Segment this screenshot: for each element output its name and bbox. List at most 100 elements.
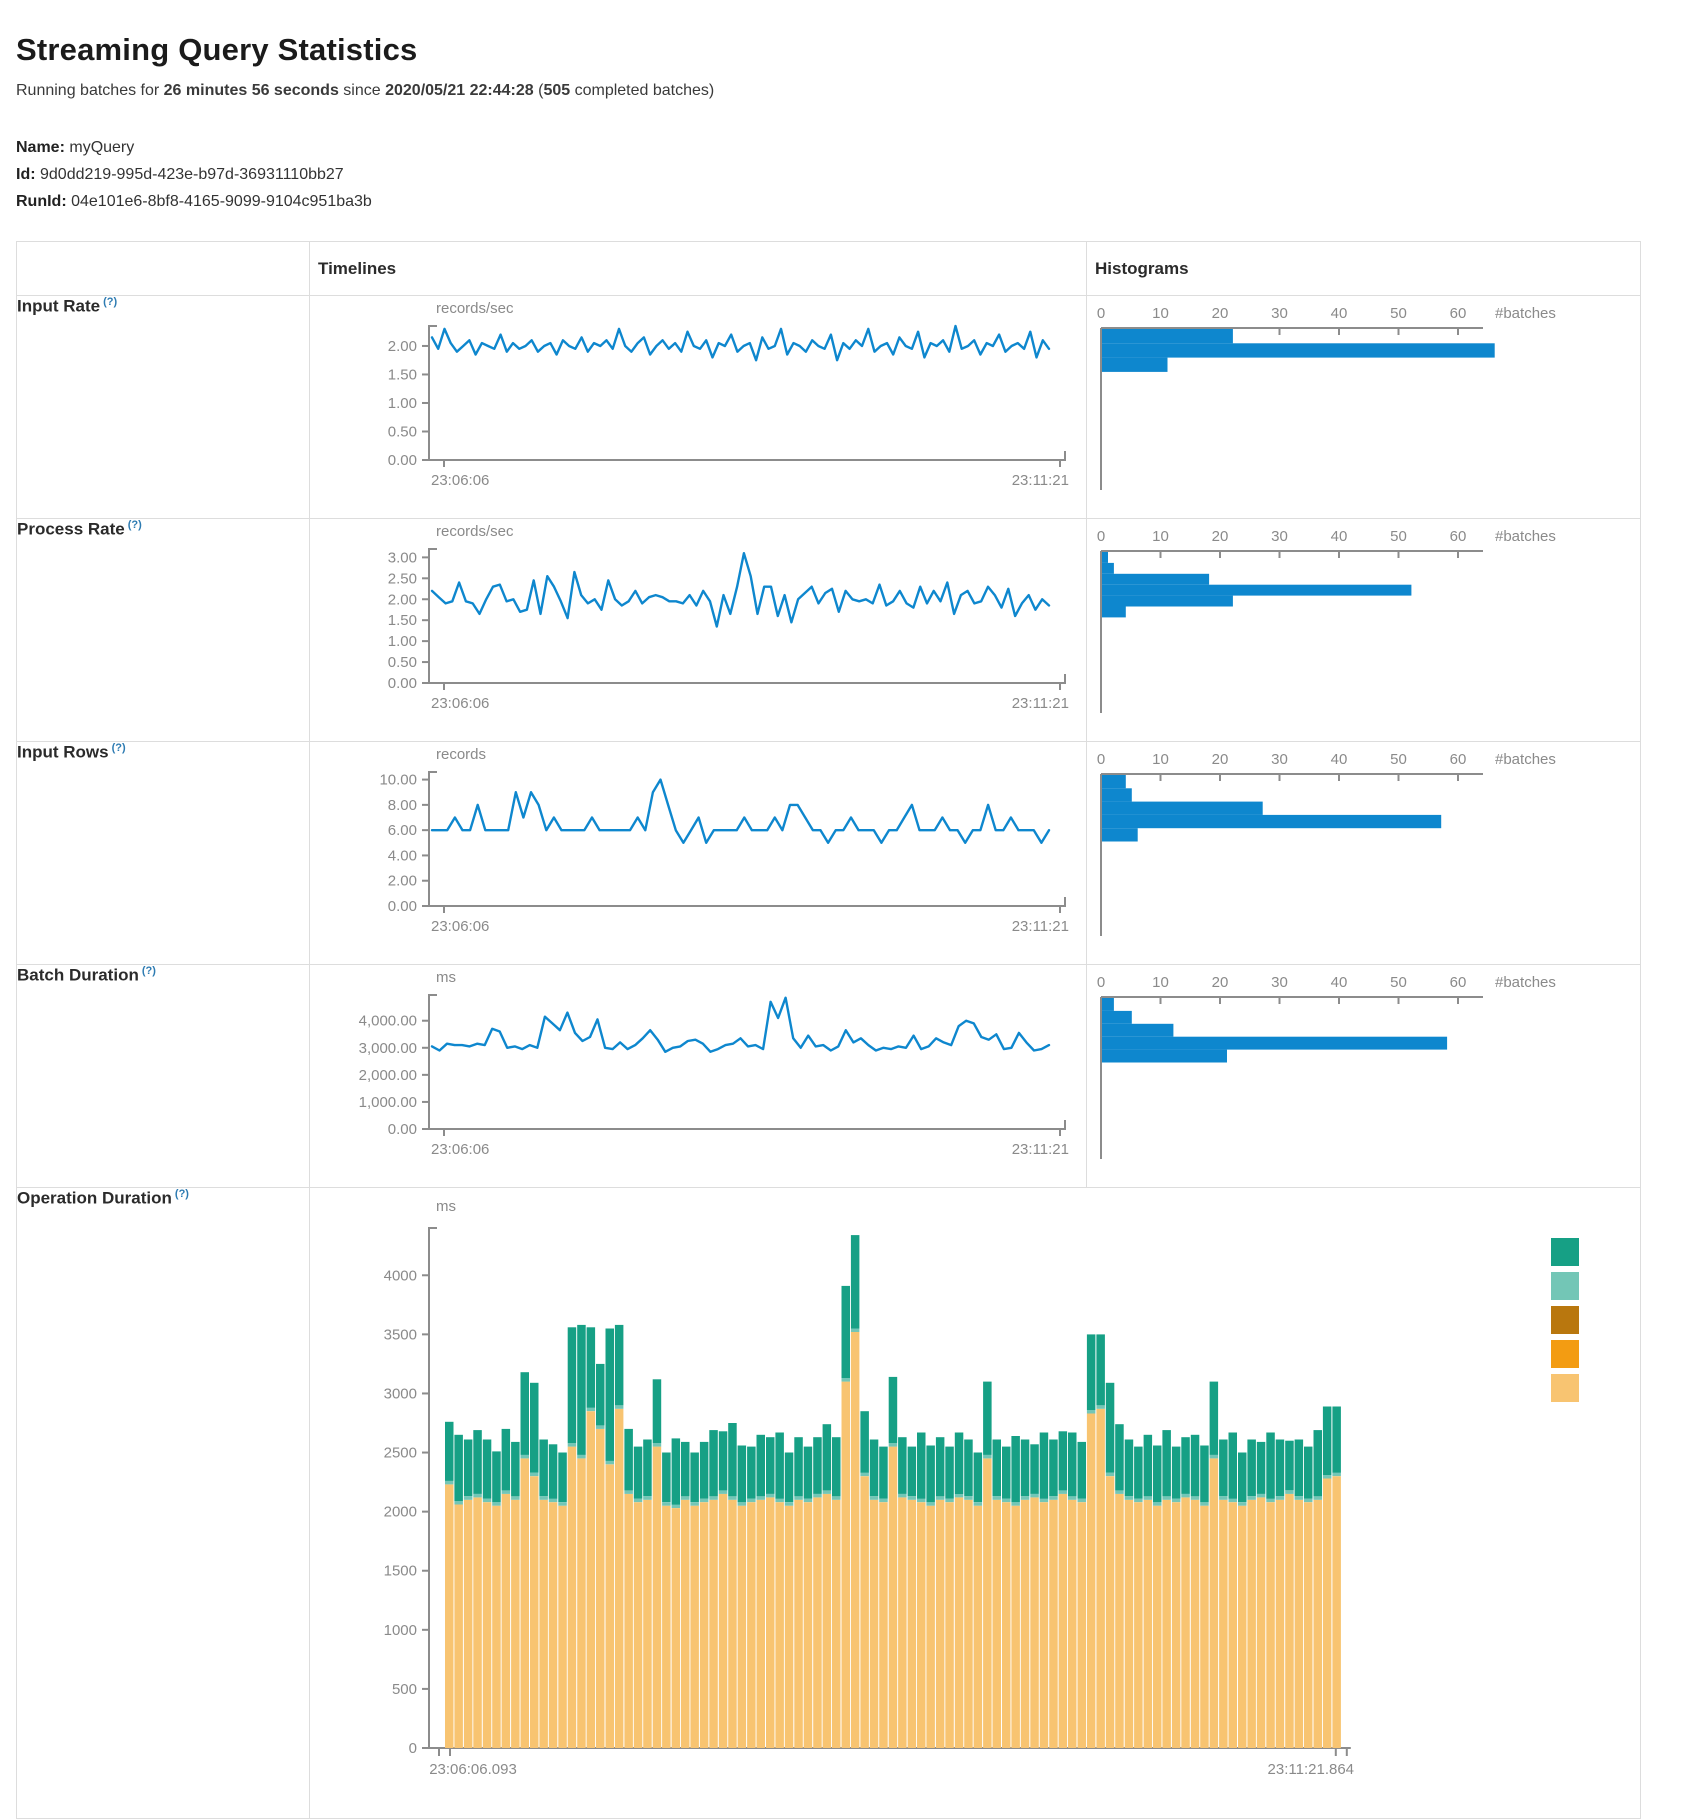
row-label-input-rows: Input Rows — [17, 742, 109, 761]
input-rate-histogram-chart: 0102030405060#batches — [1087, 296, 1622, 518]
operation-duration-stacked-chart: ms0500100015002000250030003500400023:06:… — [310, 1188, 1608, 1818]
histograms-header: Histograms — [1087, 242, 1641, 296]
svg-text:23:06:06: 23:06:06 — [431, 918, 489, 935]
help-icon[interactable]: (?) — [103, 296, 117, 308]
svg-text:1500: 1500 — [384, 1563, 417, 1580]
row-label-header — [17, 242, 310, 296]
process-rate-timeline-chart: records/sec0.000.501.001.502.002.503.002… — [310, 519, 1070, 741]
svg-text:0: 0 — [409, 1740, 417, 1757]
status-text: Running batches for — [16, 82, 164, 99]
legend-swatch — [1551, 1238, 1579, 1266]
svg-text:40: 40 — [1331, 751, 1348, 768]
input-rate-timeline-chart: records/sec0.000.501.001.502.0023:06:062… — [310, 296, 1070, 518]
table-header-row: Timelines Histograms — [17, 242, 1641, 296]
statistics-table: Timelines Histograms Input Rate(?) recor… — [16, 241, 1641, 1819]
name-value: myQuery — [69, 139, 134, 156]
svg-text:2000: 2000 — [384, 1504, 417, 1521]
help-icon[interactable]: (?) — [142, 965, 156, 977]
svg-text:0.00: 0.00 — [388, 1121, 417, 1138]
svg-text:0: 0 — [1097, 528, 1105, 545]
svg-text:60: 60 — [1450, 751, 1467, 768]
runid-value: 04e101e6-8bf8-4165-9099-9104c951ba3b — [71, 193, 372, 210]
svg-text:30: 30 — [1271, 305, 1288, 322]
completed-batch-count: 505 — [543, 82, 570, 99]
svg-text:records/sec: records/sec — [436, 300, 514, 317]
legend-swatch — [1551, 1374, 1579, 1402]
svg-text:ms: ms — [436, 969, 456, 986]
svg-text:30: 30 — [1271, 751, 1288, 768]
row-label-input-rate: Input Rate — [17, 296, 100, 315]
svg-text:500: 500 — [392, 1681, 417, 1698]
svg-text:30: 30 — [1271, 974, 1288, 991]
svg-text:4.00: 4.00 — [388, 847, 417, 864]
input-rows-histogram-chart: 0102030405060#batches — [1087, 742, 1622, 964]
svg-text:23:11:21: 23:11:21 — [1012, 695, 1069, 712]
svg-text:10: 10 — [1152, 305, 1169, 322]
svg-text:2.00: 2.00 — [388, 338, 417, 355]
svg-text:30: 30 — [1271, 528, 1288, 545]
svg-text:3,000.00: 3,000.00 — [359, 1040, 417, 1057]
svg-text:23:06:06.093: 23:06:06.093 — [429, 1761, 517, 1778]
table-row-operation-duration: Operation Duration(?) ms0500100015002000… — [17, 1188, 1641, 1819]
svg-text:23:06:06: 23:06:06 — [431, 1141, 489, 1158]
runid-label: RunId: — [16, 193, 67, 210]
svg-text:40: 40 — [1331, 974, 1348, 991]
svg-text:4,000.00: 4,000.00 — [359, 1013, 417, 1030]
svg-text:0.00: 0.00 — [388, 675, 417, 692]
svg-text:ms: ms — [436, 1198, 456, 1215]
name-label: Name: — [16, 139, 65, 156]
help-icon[interactable]: (?) — [175, 1188, 189, 1200]
start-timestamp: 2020/05/21 22:44:28 — [385, 82, 534, 99]
svg-text:#batches: #batches — [1495, 974, 1556, 991]
svg-text:20: 20 — [1212, 974, 1229, 991]
svg-text:23:11:21.864: 23:11:21.864 — [1268, 1761, 1354, 1778]
svg-text:0.50: 0.50 — [388, 654, 417, 671]
id-label: Id: — [16, 166, 36, 183]
table-row-process-rate: Process Rate(?) records/sec0.000.501.001… — [17, 519, 1641, 742]
row-label-batch-duration: Batch Duration — [17, 965, 139, 984]
svg-text:#batches: #batches — [1495, 751, 1556, 768]
id-value: 9d0dd219-995d-423e-b97d-36931110bb27 — [40, 166, 344, 183]
batch-duration-timeline-chart: ms0.001,000.002,000.003,000.004,000.0023… — [310, 965, 1070, 1187]
table-row-batch-duration: Batch Duration(?) ms0.001,000.002,000.00… — [17, 965, 1641, 1188]
row-label-process-rate: Process Rate — [17, 519, 125, 538]
svg-text:4000: 4000 — [384, 1267, 417, 1284]
batch-duration-histogram-chart: 0102030405060#batches — [1087, 965, 1622, 1187]
svg-text:60: 60 — [1450, 528, 1467, 545]
svg-text:50: 50 — [1390, 528, 1407, 545]
running-batches-status: Running batches for 26 minutes 56 second… — [16, 82, 1677, 100]
svg-text:0.50: 0.50 — [388, 423, 417, 440]
svg-text:50: 50 — [1390, 305, 1407, 322]
svg-text:3.00: 3.00 — [388, 549, 417, 566]
svg-text:2,000.00: 2,000.00 — [359, 1067, 417, 1084]
help-icon[interactable]: (?) — [112, 742, 126, 754]
input-rows-timeline-chart: records0.002.004.006.008.0010.0023:06:06… — [310, 742, 1070, 964]
legend-swatch — [1551, 1306, 1579, 1334]
svg-text:23:11:21: 23:11:21 — [1012, 918, 1069, 935]
svg-text:40: 40 — [1331, 528, 1348, 545]
svg-text:50: 50 — [1390, 751, 1407, 768]
svg-text:10: 10 — [1152, 528, 1169, 545]
svg-text:0: 0 — [1097, 974, 1105, 991]
help-icon[interactable]: (?) — [128, 519, 142, 531]
status-text: completed batches) — [570, 82, 714, 99]
query-runid-line: RunId: 04e101e6-8bf8-4165-9099-9104c951b… — [16, 188, 1677, 215]
svg-text:20: 20 — [1212, 751, 1229, 768]
svg-text:3500: 3500 — [384, 1326, 417, 1343]
svg-text:0: 0 — [1097, 751, 1105, 768]
query-name-line: Name: myQuery — [16, 134, 1677, 161]
legend-swatch — [1551, 1272, 1579, 1300]
svg-text:60: 60 — [1450, 974, 1467, 991]
svg-text:6.00: 6.00 — [388, 822, 417, 839]
page-title: Streaming Query Statistics — [16, 32, 1677, 68]
query-metadata: Name: myQuery Id: 9d0dd219-995d-423e-b97… — [16, 134, 1677, 215]
query-id-line: Id: 9d0dd219-995d-423e-b97d-36931110bb27 — [16, 161, 1677, 188]
status-text: since — [339, 82, 385, 99]
svg-text:1.00: 1.00 — [388, 395, 417, 412]
svg-text:50: 50 — [1390, 974, 1407, 991]
svg-text:23:06:06: 23:06:06 — [431, 472, 489, 489]
table-row-input-rate: Input Rate(?) records/sec0.000.501.001.5… — [17, 296, 1641, 519]
svg-text:20: 20 — [1212, 305, 1229, 322]
svg-text:60: 60 — [1450, 305, 1467, 322]
running-duration: 26 minutes 56 seconds — [164, 82, 339, 99]
